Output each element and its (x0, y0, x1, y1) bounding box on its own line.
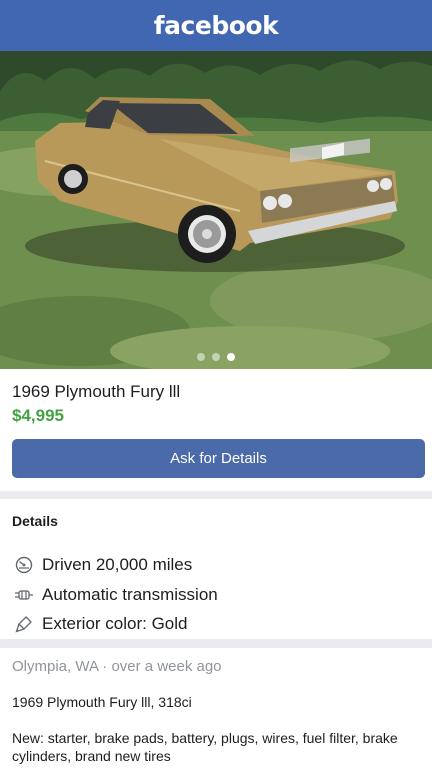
detail-exterior-color-text: Exterior color: Gold (42, 614, 188, 633)
section-divider (0, 491, 432, 499)
detail-transmission: Automatic transmission (14, 583, 218, 607)
transmission-icon (14, 585, 34, 605)
section-divider (0, 639, 432, 648)
listing-photo[interactable] (0, 51, 432, 369)
detail-exterior-color: Exterior color: Gold (14, 612, 188, 636)
photo-dot-active[interactable] (227, 353, 235, 361)
car-photo-illustration (0, 51, 432, 369)
ask-for-details-button[interactable]: Ask for Details (12, 439, 425, 478)
listing-description-details: New: starter, brake pads, battery, plugs… (12, 730, 398, 764)
listing-title: 1969 Plymouth Fury lll (12, 382, 181, 401)
facebook-logo[interactable]: facebook (154, 11, 279, 40)
photo-pagination (0, 353, 432, 361)
detail-transmission-text: Automatic transmission (42, 585, 218, 604)
listing-price: $4,995 (12, 406, 64, 425)
listing-description-line: 1969 Plymouth Fury lll, 318ci (12, 694, 192, 710)
detail-mileage-text: Driven 20,000 miles (42, 555, 193, 574)
top-bar: facebook (0, 0, 432, 51)
listing-location-time: Olympia, WA · over a week ago (12, 658, 222, 675)
details-heading: Details (12, 513, 58, 529)
detail-mileage: Driven 20,000 miles (14, 553, 192, 577)
photo-dot[interactable] (197, 353, 205, 361)
paintbrush-icon (14, 614, 34, 634)
photo-dot[interactable] (212, 353, 220, 361)
speedometer-icon (14, 555, 34, 575)
